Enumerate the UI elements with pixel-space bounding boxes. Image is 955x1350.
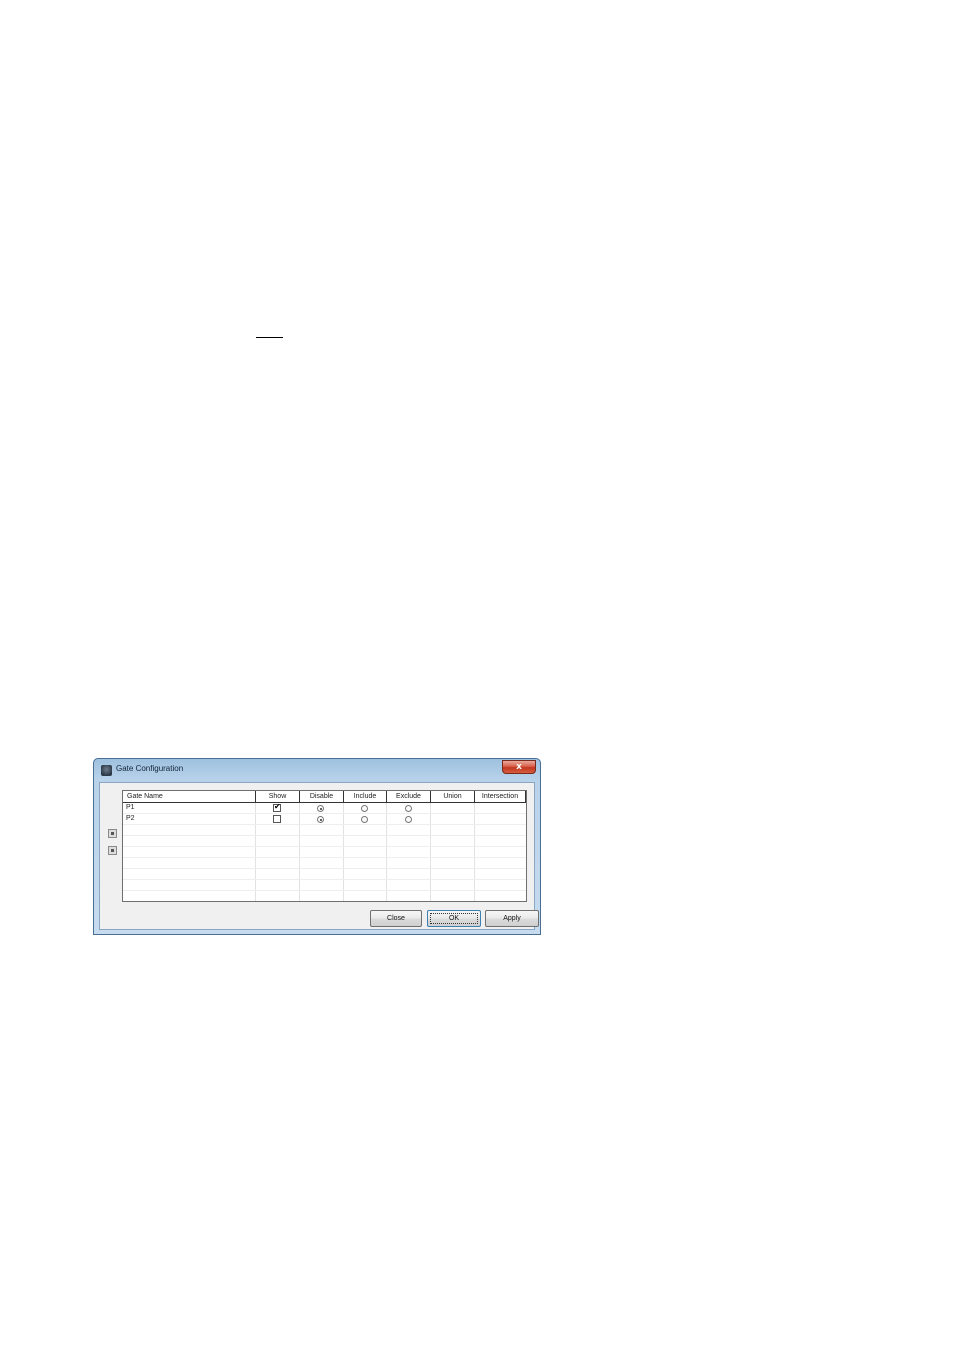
header-exclude[interactable]: Exclude xyxy=(387,791,431,803)
include-radio[interactable] xyxy=(361,816,368,823)
close-button[interactable]: Close xyxy=(370,910,422,927)
table-row[interactable] xyxy=(123,869,526,880)
show-checkbox[interactable] xyxy=(273,802,281,812)
table-row[interactable]: P1 xyxy=(123,802,526,814)
load-icon[interactable] xyxy=(108,846,117,855)
save-icon[interactable] xyxy=(108,829,117,838)
header-gate-name[interactable]: Gate Name xyxy=(123,791,256,803)
table-row[interactable] xyxy=(123,858,526,869)
disable-radio[interactable] xyxy=(317,805,324,812)
gate-name-cell: P2 xyxy=(126,815,135,822)
table-row[interactable] xyxy=(123,836,526,847)
table-row[interactable] xyxy=(123,891,526,901)
ok-button[interactable]: OK xyxy=(427,910,481,927)
exclude-radio[interactable] xyxy=(405,816,412,823)
table-row[interactable] xyxy=(123,847,526,858)
underline-mark xyxy=(256,337,283,338)
show-checkbox[interactable] xyxy=(273,815,281,823)
window-title: Gate Configuration xyxy=(116,764,184,773)
table-row[interactable]: P2 xyxy=(123,814,526,825)
title-bar[interactable]: Gate Configuration x xyxy=(94,759,540,781)
table-row[interactable] xyxy=(123,880,526,891)
gate-name-cell: P1 xyxy=(126,804,135,811)
include-radio[interactable] xyxy=(361,805,368,812)
table-row[interactable] xyxy=(123,825,526,836)
dialog-body: Gate Name Show Disable Include Exclude U… xyxy=(99,782,539,930)
header-disable[interactable]: Disable xyxy=(300,791,344,803)
apply-button[interactable]: Apply xyxy=(485,910,539,927)
app-icon xyxy=(101,765,112,776)
exclude-radio[interactable] xyxy=(405,805,412,812)
close-window-button[interactable]: x xyxy=(502,760,536,774)
header-union[interactable]: Union xyxy=(431,791,475,803)
header-intersection[interactable]: Intersection xyxy=(475,791,526,803)
focus-ring xyxy=(430,913,478,924)
header-include[interactable]: Include xyxy=(344,791,387,803)
gate-configuration-dialog: Gate Configuration x Gate Name Show Disa… xyxy=(93,758,541,935)
disable-radio[interactable] xyxy=(317,816,324,823)
gate-table: Gate Name Show Disable Include Exclude U… xyxy=(122,790,527,902)
